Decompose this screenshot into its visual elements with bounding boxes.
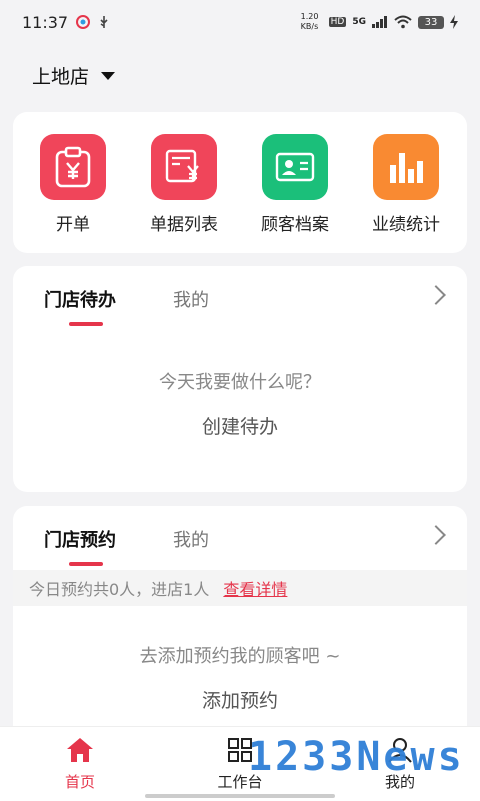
quick-action-customer-files[interactable]: 顾客档案	[245, 134, 345, 235]
tab-my-todo[interactable]: 我的	[173, 286, 209, 312]
bill-yen-icon	[151, 134, 217, 200]
tab-store-appointment[interactable]: 门店预约	[44, 526, 116, 552]
appointment-summary: 今日预约共0人，进店1人 查看详情	[13, 570, 467, 606]
appointment-summary-text: 今日预约共0人，进店1人	[29, 580, 210, 599]
quick-action-open-order[interactable]: 开单	[23, 134, 123, 235]
nav-home[interactable]: 首页	[20, 737, 140, 792]
net-speed: 1.20 KB/s	[300, 12, 319, 31]
todo-tabs: 门店待办 我的	[13, 266, 467, 330]
tab-my-appointment[interactable]: 我的	[173, 526, 209, 552]
store-name: 上地店	[32, 66, 90, 88]
status-time: 11:37	[22, 12, 69, 32]
hd-badge: HD	[328, 17, 347, 27]
caret-down-icon	[101, 71, 116, 80]
battery-level: 33	[418, 15, 444, 29]
quick-action-label: 业绩统计	[372, 215, 440, 235]
chevron-right-icon[interactable]	[426, 525, 446, 545]
charging-icon	[450, 15, 458, 29]
quick-action-performance-stats[interactable]: 业绩统计	[356, 134, 456, 235]
create-todo-button[interactable]: 创建待办	[13, 412, 467, 439]
view-details-link[interactable]: 查看详情	[223, 576, 287, 600]
nav-label: 首页	[64, 773, 95, 791]
bar-chart-icon	[373, 134, 439, 200]
quick-action-label: 顾客档案	[261, 215, 329, 235]
quick-action-label: 单据列表	[150, 215, 218, 235]
appointment-tabs: 门店预约 我的	[13, 506, 467, 570]
network-type: 5G	[352, 17, 366, 27]
id-card-icon	[262, 134, 328, 200]
chevron-right-icon[interactable]	[426, 285, 446, 305]
add-appointment-button[interactable]: 添加预约	[13, 686, 467, 713]
home-icon	[67, 738, 93, 762]
signal-icon	[372, 16, 387, 28]
clipboard-yen-icon	[40, 134, 106, 200]
wifi-icon	[394, 15, 412, 29]
appointment-empty-text: 去添加预约我的顾客吧 ~	[139, 646, 341, 667]
quick-actions-card: 开单 单据列表 顾客档案 业绩统计	[13, 112, 467, 253]
usb-icon	[100, 16, 108, 28]
tab-active-underline	[69, 562, 103, 566]
quick-action-label: 开单	[56, 215, 90, 235]
watermark: 1233News	[248, 734, 465, 780]
app-notification-icon	[76, 15, 91, 29]
home-indicator[interactable]	[145, 794, 335, 798]
quick-action-order-list[interactable]: 单据列表	[134, 134, 234, 235]
store-appointment-card: 门店预约 我的 今日预约共0人，进店1人 查看详情 去添加预约我的顾客吧 ~ 添…	[13, 506, 467, 746]
tab-store-todo[interactable]: 门店待办	[44, 286, 116, 312]
status-bar: 11:37 1.20 KB/s HD 5G 33	[0, 0, 480, 44]
todo-empty-text: 今天我要做什么呢？	[159, 372, 321, 393]
store-selector[interactable]: 上地店	[32, 62, 116, 89]
tab-active-underline	[69, 322, 103, 326]
store-todo-card: 门店待办 我的 今天我要做什么呢？ 创建待办	[13, 266, 467, 492]
